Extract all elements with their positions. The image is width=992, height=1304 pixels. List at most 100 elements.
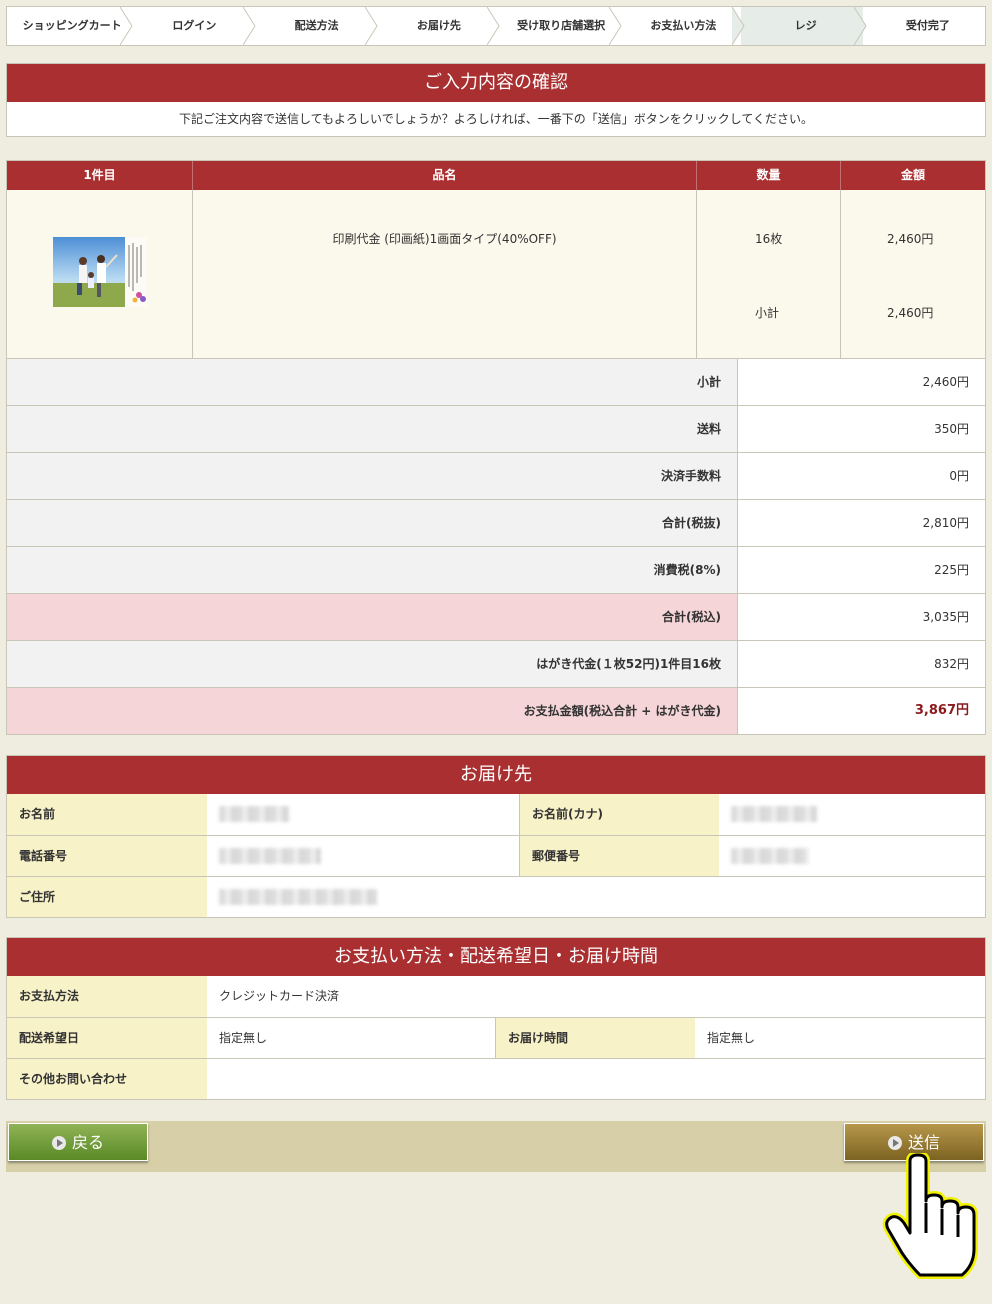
step-label: お届け先	[416, 19, 461, 32]
payment-total-value: 3,867円	[738, 688, 985, 734]
subtotal-label: 小計	[755, 306, 780, 320]
summary-label: 送料	[7, 406, 738, 452]
delivery-title: お届け先	[7, 756, 985, 794]
chevron-separator-icon	[120, 7, 133, 45]
order-item-row: 印刷代金 (印画紙)1画面タイプ(40%OFF) 16枚 小計 2,460円 2…	[7, 190, 985, 358]
payment-row-other: その他お問い合わせ	[7, 1058, 985, 1099]
step-label: レジ	[794, 19, 817, 32]
header-name: 品名	[193, 161, 697, 190]
kana-label: お名前(カナ)	[519, 794, 719, 835]
step-destination: お届け先	[374, 7, 500, 45]
summary-label: お支払金額(税込合計 + はがき代金)	[7, 688, 738, 734]
step-complete: 受付完了	[863, 7, 985, 45]
address-label: ご住所	[7, 877, 207, 917]
delivery-row-address: ご住所	[7, 876, 985, 917]
step-label: お支払い方法	[650, 19, 717, 32]
summary-label: 消費税(8%)	[7, 547, 738, 593]
chevron-separator-icon	[487, 7, 500, 45]
payment-title: お支払い方法・配送希望日・お届け時間	[7, 938, 985, 976]
delivery-section: お届け先 お名前 お名前(カナ) 電話番号 郵便番号 ご住所	[6, 755, 986, 918]
step-label: 受付完了	[905, 19, 950, 32]
summary-label: はがき代金(１枚52円)1件目16枚	[7, 641, 738, 687]
phone-value-redacted	[207, 836, 519, 876]
summary-row-total-excl-tax: 合計(税抜) 2,810円	[7, 499, 985, 546]
step-label: ログイン	[172, 19, 217, 32]
delivery-time-label: お届け時間	[495, 1018, 695, 1058]
summary-value: 2,460円	[738, 359, 985, 405]
chevron-separator-icon	[853, 7, 867, 45]
payment-method-value: クレジットカード決済	[207, 976, 985, 1017]
summary-value: 0円	[738, 453, 985, 499]
zip-label: 郵便番号	[519, 836, 719, 876]
step-shipping-method: 配送方法	[252, 7, 378, 45]
action-bar: 戻る 送信	[6, 1121, 986, 1172]
address-value-redacted	[207, 877, 985, 917]
payment-section: お支払い方法・配送希望日・お届け時間 お支払方法 クレジットカード決済 配送希望…	[6, 937, 986, 1100]
chevron-separator-icon	[731, 7, 745, 45]
step-label: ショッピングカート	[22, 19, 122, 32]
delivery-row-name: お名前 お名前(カナ)	[7, 794, 985, 835]
play-circle-icon	[887, 1136, 902, 1150]
chevron-separator-icon	[609, 7, 622, 45]
summary-row-subtotal: 小計 2,460円	[7, 358, 985, 405]
item-amount: 2,460円	[887, 232, 934, 246]
summary-row-total-incl-tax: 合計(税込) 3,035円	[7, 593, 985, 640]
checkout-steps: ショッピングカート ログイン 配送方法 お届け先 受け取り店舗選択 お支払い方法…	[6, 6, 986, 46]
summary-label: 合計(税込)	[7, 594, 738, 640]
other-inquiry-value	[207, 1059, 985, 1099]
payment-method-label: お支払方法	[7, 976, 207, 1017]
summary-label: 決済手数料	[7, 453, 738, 499]
step-cart: ショッピングカート	[7, 7, 133, 45]
header-item: 1件目	[7, 161, 193, 190]
summary-value: 2,810円	[738, 500, 985, 546]
summary-value: 225円	[738, 547, 985, 593]
payment-row-method: お支払方法 クレジットカード決済	[7, 976, 985, 1017]
summary-label: 合計(税抜)	[7, 500, 738, 546]
chevron-separator-icon	[242, 7, 256, 45]
chevron-separator-icon	[364, 7, 378, 45]
item-thumbnail-cell	[7, 190, 193, 358]
summary-value: 350円	[738, 406, 985, 452]
step-login: ログイン	[129, 7, 256, 45]
summary-row-tax: 消費税(8%) 225円	[7, 546, 985, 593]
send-button-label: 送信	[907, 1133, 940, 1152]
delivery-date-label: 配送希望日	[7, 1018, 207, 1058]
name-label: お名前	[7, 794, 207, 835]
summary-label: 小計	[7, 359, 738, 405]
delivery-time-value: 指定無し	[695, 1018, 985, 1058]
header-qty: 数量	[697, 161, 841, 190]
name-value-redacted	[207, 794, 519, 835]
confirm-message: 下記ご注文内容で送信してもよろしいでしょうか？よろしければ、一番下の「送信」ボタ…	[179, 112, 813, 126]
confirm-title: ご入力内容の確認	[7, 64, 985, 102]
back-button-label: 戻る	[71, 1133, 104, 1152]
step-store-select: 受け取り店舗選択	[496, 7, 622, 45]
step-register-current: レジ	[740, 7, 867, 45]
item-subtotal: 2,460円	[887, 306, 934, 320]
summary-value: 832円	[738, 641, 985, 687]
summary-value: 3,035円	[738, 594, 985, 640]
summary-row-shipping: 送料 350円	[7, 405, 985, 452]
back-button[interactable]: 戻る	[8, 1123, 148, 1161]
hand-pointer-icon	[882, 1153, 978, 1279]
confirm-section: ご入力内容の確認 下記ご注文内容で送信してもよろしいでしょうか？よろしければ、一…	[6, 63, 986, 137]
zip-value-redacted	[719, 836, 985, 876]
item-name-cell: 印刷代金 (印画紙)1画面タイプ(40%OFF)	[193, 190, 697, 358]
order-table: 1件目 品名 数量 金額 印刷代金 (印画紙)1画面タイプ(40%OFF) 16…	[6, 160, 986, 735]
delivery-date-value: 指定無し	[207, 1018, 495, 1058]
step-label: 受け取り店舗選択	[517, 19, 606, 32]
step-payment-method: お支払い方法	[618, 7, 745, 45]
summary-row-postcard-fee: はがき代金(１枚52円)1件目16枚 832円	[7, 640, 985, 687]
order-table-header: 1件目 品名 数量 金額	[7, 161, 985, 190]
header-amount: 金額	[900, 168, 925, 182]
other-inquiry-label: その他お問い合わせ	[7, 1059, 207, 1099]
kana-value-redacted	[719, 794, 985, 835]
item-qty-cell: 16枚 小計	[697, 190, 841, 358]
product-thumbnail-image	[53, 237, 147, 307]
summary-row-fee: 決済手数料 0円	[7, 452, 985, 499]
item-amount-cell: 2,460円 2,460円	[841, 190, 985, 358]
summary-row-payment-total: お支払金額(税込合計 + はがき代金) 3,867円	[7, 687, 985, 734]
product-name: 印刷代金 (印画紙)1画面タイプ(40%OFF)	[332, 232, 557, 246]
quantity: 16枚	[755, 232, 783, 246]
delivery-row-phone: 電話番号 郵便番号	[7, 835, 985, 876]
step-label: 配送方法	[294, 19, 339, 32]
